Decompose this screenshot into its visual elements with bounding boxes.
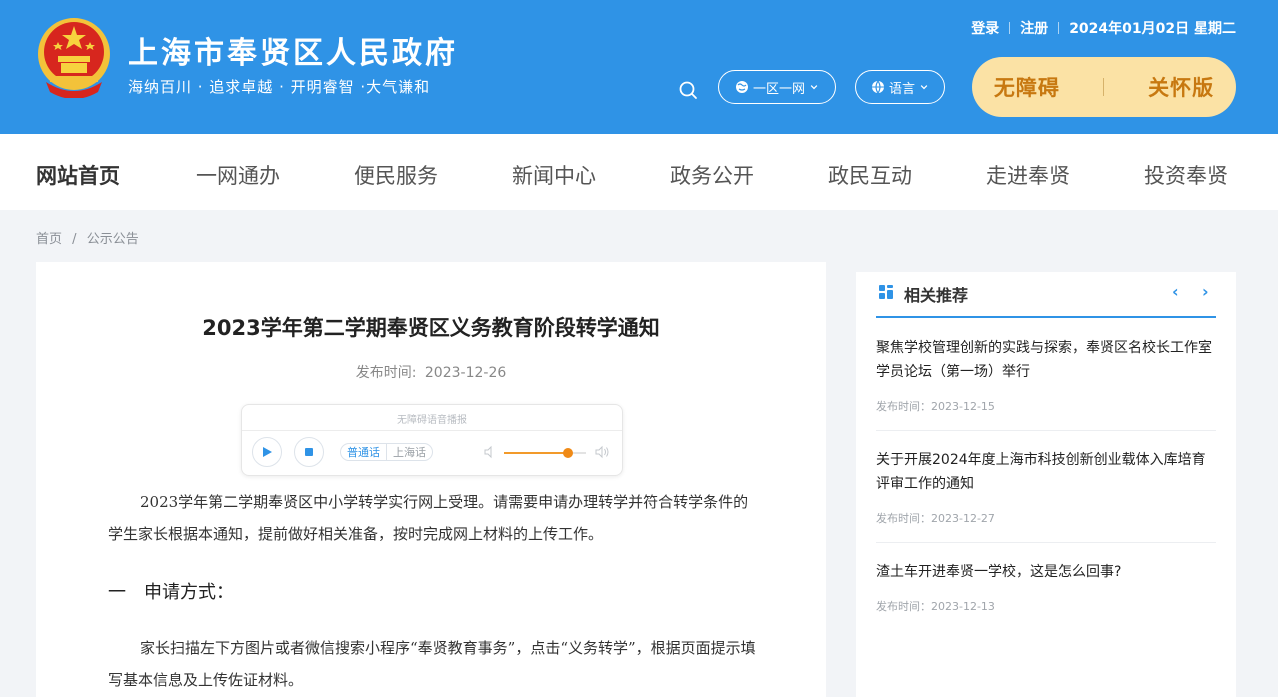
volume-slider-fill xyxy=(504,452,568,454)
top-links: 登录 注册 2024年01月02日 星期二 xyxy=(971,18,1236,38)
nav-item-investment[interactable]: 投资奉贤 xyxy=(1144,160,1228,190)
main-nav: 网站首页 一网通办 便民服务 新闻中心 政务公开 政民互动 走进奉贤 投资奉贤 xyxy=(0,134,1278,210)
audio-player: 无障碍语音播报 普通话 上海话 xyxy=(241,404,623,476)
volume-low-icon xyxy=(484,445,492,459)
nav-item-online-services[interactable]: 一网通办 xyxy=(196,160,280,190)
site-header: 上海市奉贤区人民政府 海纳百川 · 追求卓越 · 开明睿智 ·大气谦和 登录 注… xyxy=(0,0,1278,134)
region-select-label: 一区一网 xyxy=(752,81,805,97)
national-emblem-icon[interactable] xyxy=(36,16,112,98)
article-publish-time: 发布时间: 2023-12-26 xyxy=(36,362,826,382)
recommendation-time: 发布时间：2023-12-13 xyxy=(876,600,995,613)
breadcrumb: 首页 / 公示公告 xyxy=(36,228,139,247)
play-icon xyxy=(263,447,272,457)
nav-item-interaction[interactable]: 政民互动 xyxy=(828,160,912,190)
audio-player-title: 无障碍语音播报 xyxy=(397,415,467,426)
login-link[interactable]: 登录 xyxy=(971,18,999,38)
article-paragraph: 2023学年第二学期奉贤区中小学转学实行网上受理。请需要申请办理转学并符合转学条… xyxy=(108,493,749,543)
language-globe-icon xyxy=(871,80,884,94)
publish-date: 2023-12-26 xyxy=(424,365,507,381)
language-select[interactable]: 语言 xyxy=(855,70,945,104)
divider xyxy=(1103,78,1105,96)
divider xyxy=(242,430,622,431)
prev-arrow-button[interactable]: ‹ xyxy=(1172,282,1179,301)
site-slogan: 海纳百川 · 追求卓越 · 开明睿智 ·大气谦和 xyxy=(128,78,431,96)
nav-item-home[interactable]: 网站首页 xyxy=(36,160,120,190)
dialect-mandarin-option[interactable]: 普通话 xyxy=(341,444,387,460)
related-recommendations: 相关推荐 ‹ › 聚焦学校管理创新的实践与探索，奉贤区名校长工作室学员论坛（第一… xyxy=(856,272,1236,697)
volume-slider-handle[interactable] xyxy=(562,448,573,458)
grid-icon xyxy=(879,285,893,299)
play-button[interactable] xyxy=(252,437,282,467)
chevron-down-icon xyxy=(920,85,928,90)
article-title: 2023学年第二学期奉贤区义务教育阶段转学通知 xyxy=(202,316,660,340)
recommendation-title[interactable]: 聚焦学校管理创新的实践与探索，奉贤区名校长工作室学员论坛（第一场）举行 xyxy=(876,336,1216,384)
region-select[interactable]: 一区一网 xyxy=(718,70,836,104)
recommendation-time: 发布时间：2023-12-27 xyxy=(876,512,995,525)
chevron-down-icon xyxy=(810,85,818,90)
accessibility-box: 无障碍 关怀版 xyxy=(972,57,1236,117)
nav-item-news[interactable]: 新闻中心 xyxy=(512,160,596,190)
breadcrumb-separator: / xyxy=(72,232,77,247)
site-title[interactable]: 上海市奉贤区人民政府 xyxy=(128,28,458,72)
next-arrow-button[interactable]: › xyxy=(1202,282,1209,301)
recommendation-time: 发布时间：2023-12-15 xyxy=(876,400,995,413)
sidebar-header: 相关推荐 ‹ › xyxy=(876,282,1216,318)
list-item[interactable]: 渣土车开进奉贤一学校，这是怎么回事? 发布时间：2023-12-13 xyxy=(876,560,1216,614)
volume-slider-track[interactable] xyxy=(504,452,586,454)
dialect-shanghai-option[interactable]: 上海话 xyxy=(387,444,432,460)
divider xyxy=(876,542,1216,543)
sidebar-title: 相关推荐 xyxy=(904,286,969,305)
volume-high-icon xyxy=(595,445,609,459)
section-heading: 一 申请方式： xyxy=(108,582,234,603)
divider xyxy=(1058,22,1060,34)
accessible-mode-button[interactable]: 无障碍 xyxy=(994,72,1060,102)
list-item[interactable]: 聚焦学校管理创新的实践与探索，奉贤区名校长工作室学员论坛（第一场）举行 发布时间… xyxy=(876,336,1216,414)
language-select-label: 语言 xyxy=(888,81,915,97)
divider xyxy=(876,430,1216,431)
current-date: 2024年01月02日 星期二 xyxy=(1069,21,1236,37)
article-panel: 2023学年第二学期奉贤区义务教育阶段转学通知 发布时间: 2023-12-26… xyxy=(36,262,826,697)
publish-label: 发布时间: xyxy=(355,365,417,381)
breadcrumb-current[interactable]: 公示公告 xyxy=(87,232,139,247)
globe-icon xyxy=(735,81,748,93)
dialect-toggle: 普通话 上海话 xyxy=(340,443,433,461)
recommendation-title[interactable]: 关于开展2024年度上海市科技创新创业载体入库培育评审工作的通知 xyxy=(876,448,1216,496)
recommendation-title[interactable]: 渣土车开进奉贤一学校，这是怎么回事? xyxy=(876,560,1216,584)
breadcrumb-home[interactable]: 首页 xyxy=(36,232,62,247)
nav-item-public-services[interactable]: 便民服务 xyxy=(354,160,438,190)
divider xyxy=(1009,22,1011,34)
search-icon[interactable] xyxy=(678,80,698,100)
stop-button[interactable] xyxy=(294,437,324,467)
list-item[interactable]: 关于开展2024年度上海市科技创新创业载体入库培育评审工作的通知 发布时间：20… xyxy=(876,448,1216,526)
stop-icon xyxy=(305,448,313,456)
nav-item-about[interactable]: 走进奉贤 xyxy=(986,160,1070,190)
care-mode-button[interactable]: 关怀版 xyxy=(1148,72,1214,102)
nav-item-gov-affairs[interactable]: 政务公开 xyxy=(670,160,754,190)
article-paragraph: 家长扫描左下方图片或者微信搜索小程序“奉贤教育事务”，点击“义务转学”，根据页面… xyxy=(108,639,756,689)
register-link[interactable]: 注册 xyxy=(1020,18,1048,38)
